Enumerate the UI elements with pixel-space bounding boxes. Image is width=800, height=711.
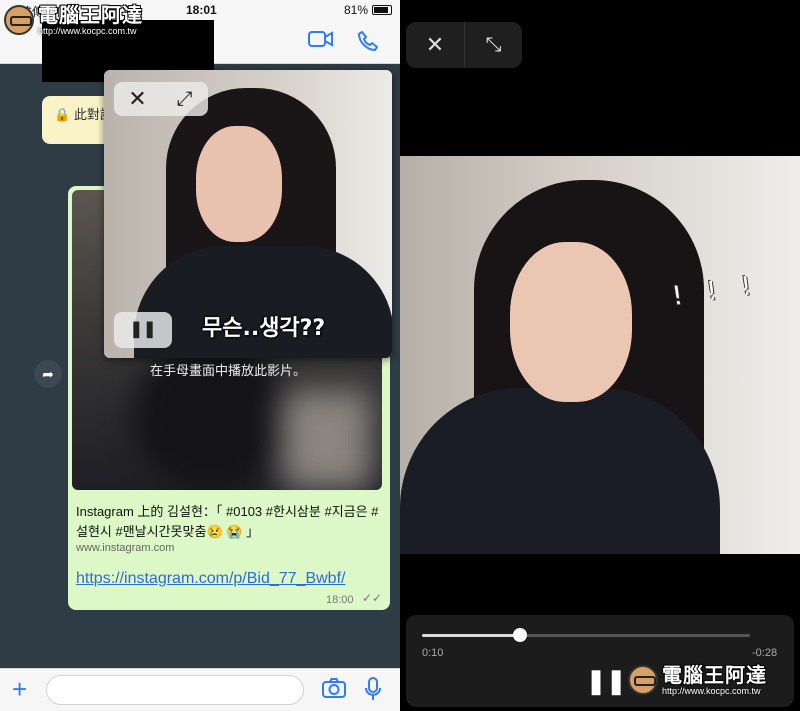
progress-fill [422,634,521,637]
double-check-icon: ✓✓ [362,591,383,605]
player-pause-button[interactable]: ❚❚ [586,667,626,696]
attach-plus-button[interactable]: + [12,674,27,705]
watermark-logo-top: 電腦王阿達 http://www.kocpc.com.tw [4,4,143,36]
link-preview-title: Instagram 上的 김설현：「 #0103 #한시삼분 #지금은 #설현시… [76,504,379,539]
progress-track[interactable] [422,634,750,637]
whatsapp-screen: 遠傳電信 ◠ 18:01 81% 電腦王阿達 http://www.kocpc.… [0,0,400,711]
watermark-url: http://www.kocpc.com.tw [662,686,761,696]
mascot-icon [628,665,658,695]
player-video[interactable]: ! ! ! [400,156,800,554]
elapsed-time: 0:10 [422,647,444,659]
video-frame [510,242,632,402]
fullscreen-player: ✕ ⤡ ! ! ! 0:10 -0:28 ❚❚ 電腦王阿達 http://www… [400,0,800,711]
screenshot-root: 遠傳電信 ◠ 18:01 81% 電腦王阿達 http://www.kocpc.… [0,0,800,711]
watermark-brand: 電腦王阿達 [38,3,143,27]
lock-icon: 🔒 [54,107,71,122]
battery-percent: 81% [344,3,369,17]
forward-arrow-icon[interactable]: ➦ [34,360,62,388]
message-link[interactable]: https://instagram.com/p/Bid_77_Bwbf/ [76,570,345,588]
pip-expand-button[interactable]: ⤢ [161,82,208,116]
link-preview-domain: www.instagram.com [76,542,175,554]
pip-video-window[interactable]: ✕ ⤢ ❚❚ 무슨..생각?? [104,70,392,358]
pip-controls: ✕ ⤢ [114,82,208,116]
pip-close-button[interactable]: ✕ [114,82,161,116]
pip-placeholder-caption: 在手母畫面中播放此影片。 [150,363,307,378]
status-time: 18:01 [186,3,217,17]
watermark-url: http://www.kocpc.com.tw [38,26,137,36]
video-frame [196,126,282,242]
player-shrink-button[interactable]: ⤡ [464,22,522,68]
phone-icon[interactable] [357,30,379,58]
camera-icon[interactable] [322,678,346,704]
microphone-icon[interactable] [364,677,382,707]
video-subtitle: 무슨..생각?? [202,316,326,341]
pip-pause-button[interactable]: ❚❚ [114,312,172,348]
input-bar: + [0,668,400,711]
player-top-controls: ✕ ⤡ [406,22,522,68]
mascot-icon [4,5,34,35]
message-timestamp: 18:00 [326,594,354,606]
watermark-brand: 電腦王阿達 [662,663,767,687]
watermark-logo-bottom: 電腦王阿達 http://www.kocpc.com.tw [628,664,767,696]
remaining-time: -0:28 [752,647,778,659]
video-camera-icon[interactable] [308,30,334,54]
battery-icon [372,5,392,15]
player-close-button[interactable]: ✕ [406,22,464,68]
progress-scrubber[interactable] [513,628,528,642]
message-input[interactable] [46,675,304,705]
